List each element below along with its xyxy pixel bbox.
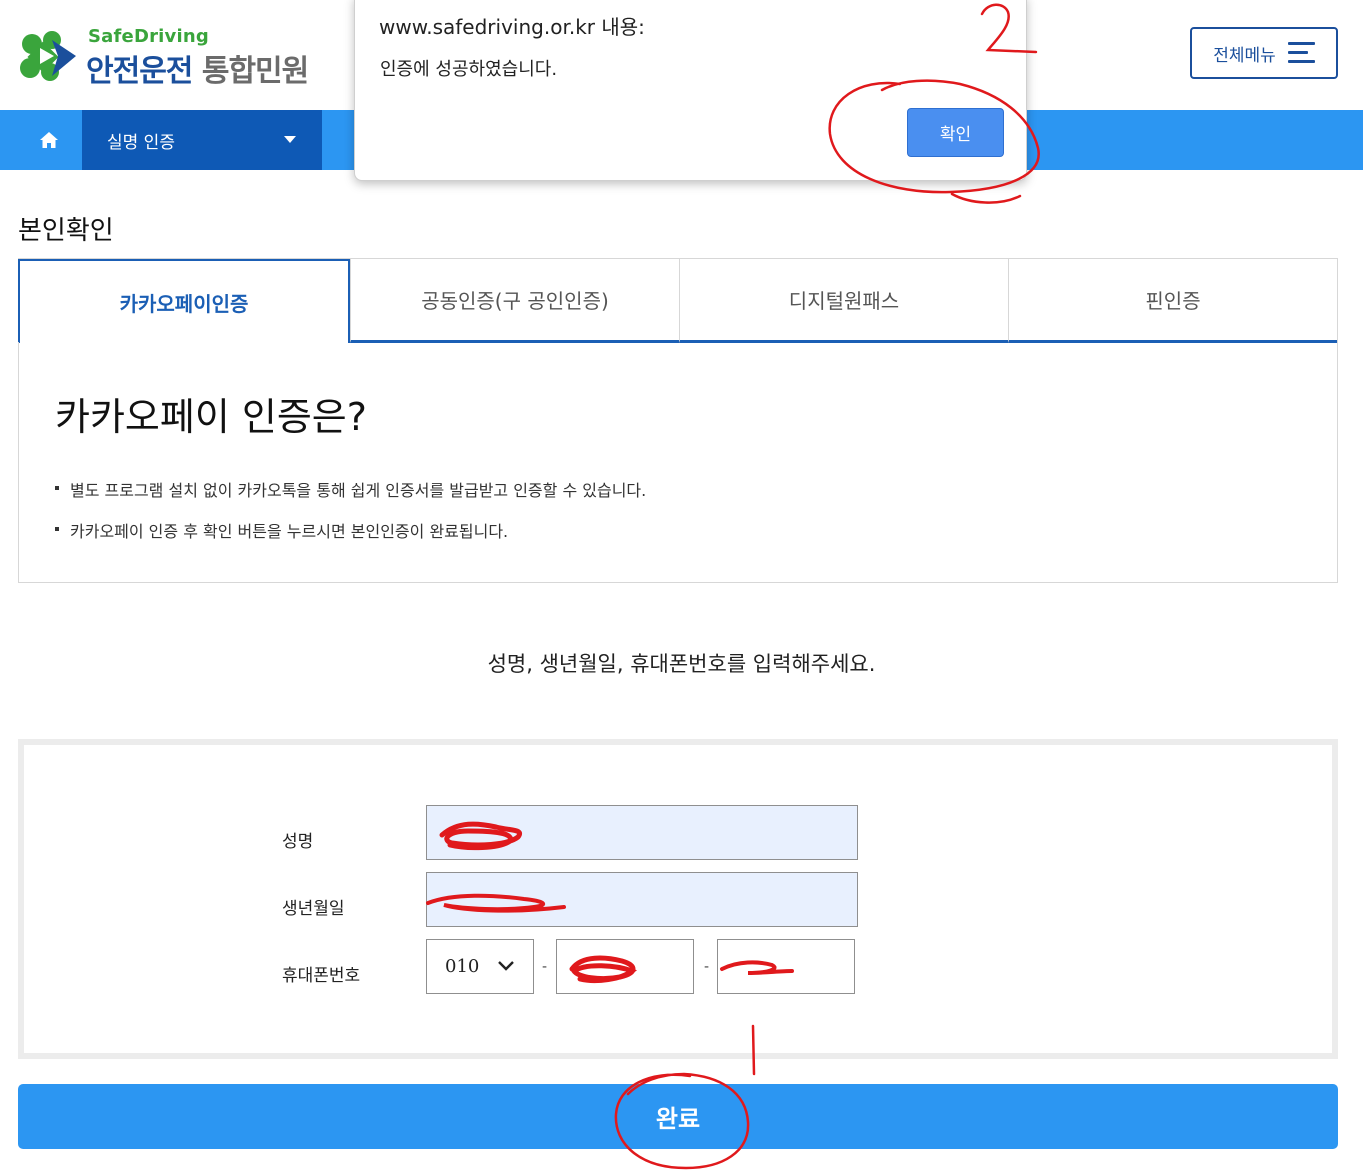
caret-down-icon [284,136,296,143]
phone-prefix-value: 010 [445,956,480,977]
birth-input[interactable] [426,872,858,927]
tab-digital-onepass[interactable]: 디지털원패스 [679,259,1008,343]
nav-dropdown-realname-auth[interactable]: 실명 인증 [82,110,322,170]
phone-dash: - [704,959,710,975]
name-input[interactable] [426,805,858,860]
phone-label: 휴대폰번호 [282,966,361,986]
home-icon [40,132,58,148]
form-instruction: 성명, 생년월일, 휴대폰번호를 입력해주세요. [487,652,876,676]
alert-dialog: www.safedriving.or.kr 내용: 인증에 성공하였습니다. 확… [354,0,1027,181]
full-menu-button[interactable]: 전체메뉴 [1190,27,1338,79]
tab-kakaopay[interactable]: 카카오페이인증 [18,259,350,343]
phone-prefix-select[interactable]: 010 [426,939,534,994]
logo-korean-secondary: 통합민원 [201,54,309,89]
info-item: 별도 프로그램 설치 없이 카카오톡을 통해 쉽게 인증서를 발급받고 인증할 … [55,477,646,518]
name-label: 성명 [282,832,314,852]
page-title: 본인확인 [18,216,114,246]
alert-message: 인증에 성공하였습니다. [380,59,558,80]
phone-dash: - [542,959,548,975]
site-logo[interactable]: SafeDriving 안전운전 통합민원 [18,26,348,89]
home-button[interactable] [18,110,80,170]
info-title: 카카오페이 인증은? [55,395,367,439]
logo-korean-text: 안전운전 통합민원 [86,46,309,90]
identity-form: 성명 생년월일 휴대폰번호 010 - - [18,739,1338,1059]
info-list: 별도 프로그램 설치 없이 카카오톡을 통해 쉽게 인증서를 발급받고 인증할 … [55,477,646,559]
chevron-down-icon [498,961,514,971]
tab-joint-certificate[interactable]: 공동인증(구 공인인증) [350,259,679,343]
alert-ok-button[interactable]: 확인 [907,108,1004,157]
logo-english-text: SafeDriving [88,26,209,47]
logo-korean-primary: 안전운전 [86,54,193,89]
full-menu-label: 전체메뉴 [1213,45,1276,66]
alert-origin: www.safedriving.or.kr 내용: [379,15,645,39]
complete-button[interactable]: 완료 [18,1084,1338,1149]
nav-dropdown-label: 실명 인증 [107,132,175,153]
tab-pin-auth[interactable]: 핀인증 [1008,259,1337,343]
phone-middle-input[interactable] [556,939,694,994]
clover-logo-icon [20,31,76,81]
kakaopay-info-box: 카카오페이 인증은? 별도 프로그램 설치 없이 카카오톡을 통해 쉽게 인증서… [18,342,1338,583]
hamburger-icon [1287,42,1315,64]
birth-label: 생년월일 [282,899,345,919]
auth-method-tabs: 카카오페이인증 공동인증(구 공인인증) 디지털원패스 핀인증 [18,258,1338,343]
info-item: 카카오페이 인증 후 확인 버튼을 누르시면 본인인증이 완료됩니다. [55,518,646,559]
phone-last-input[interactable] [717,939,855,994]
